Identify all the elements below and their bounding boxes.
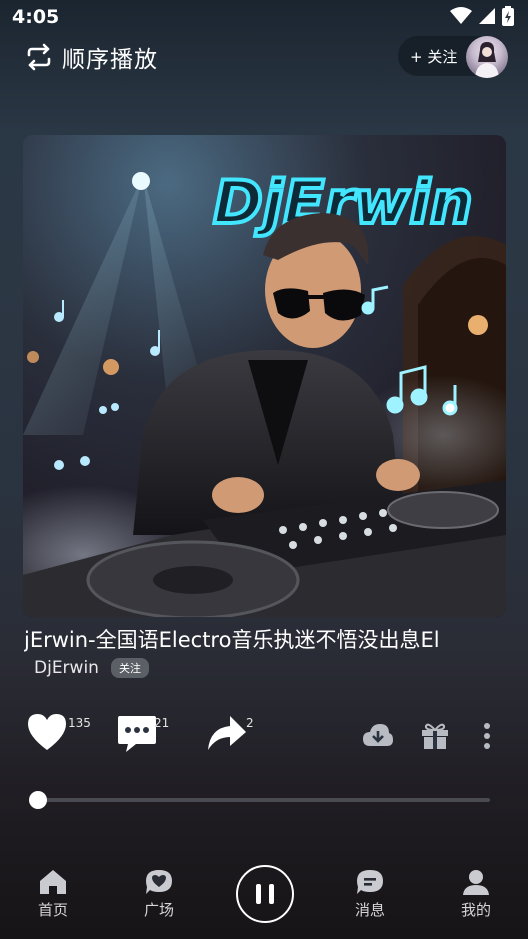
comment-button[interactable]: 21 bbox=[116, 712, 169, 758]
download-button[interactable] bbox=[362, 722, 394, 754]
nav-profile[interactable]: 我的 bbox=[446, 868, 506, 920]
top-bar: 顺序播放 + 关注 bbox=[0, 36, 528, 78]
nav-home[interactable]: 首页 bbox=[23, 868, 83, 920]
action-row: 135 21 2 bbox=[0, 712, 528, 764]
comment-icon bbox=[118, 716, 156, 752]
uploader-avatar[interactable] bbox=[466, 36, 508, 78]
battery-icon bbox=[502, 6, 514, 26]
artist-row: DjErwin 关注 bbox=[34, 658, 149, 678]
artist-follow-badge[interactable]: 关注 bbox=[110, 658, 149, 678]
gift-icon bbox=[422, 723, 448, 749]
follow-user-button[interactable]: + 关注 bbox=[398, 36, 508, 78]
nav-profile-label: 我的 bbox=[460, 901, 491, 919]
share-count: 2 bbox=[246, 716, 254, 730]
like-count: 135 bbox=[68, 716, 91, 730]
pause-icon bbox=[256, 884, 261, 904]
pause-button[interactable] bbox=[236, 865, 294, 923]
progress-knob[interactable] bbox=[29, 791, 47, 809]
status-icons bbox=[450, 6, 514, 26]
status-time: 4:05 bbox=[12, 6, 60, 28]
progress-bar[interactable] bbox=[29, 791, 490, 809]
like-button[interactable]: 135 bbox=[26, 712, 91, 756]
repeat-icon bbox=[27, 43, 51, 71]
nav-messages[interactable]: 消息 bbox=[340, 868, 400, 920]
follow-label: + 关注 bbox=[410, 47, 458, 66]
bottom-nav: 首页 广场 消息 我的 bbox=[0, 862, 528, 934]
share-button[interactable]: 2 bbox=[206, 712, 254, 758]
more-button[interactable] bbox=[482, 722, 492, 756]
comment-count: 21 bbox=[154, 716, 170, 730]
artist-name[interactable]: DjErwin bbox=[34, 658, 99, 678]
share-icon bbox=[208, 716, 246, 750]
cloud-download-icon bbox=[363, 724, 393, 746]
play-mode-label: 顺序播放 bbox=[62, 47, 158, 73]
square-heart-icon bbox=[146, 870, 172, 894]
album-cover[interactable]: DjErwin bbox=[23, 135, 506, 617]
nav-square[interactable]: 广场 bbox=[129, 868, 189, 920]
pause-icon-bar bbox=[269, 884, 274, 904]
home-icon bbox=[40, 870, 66, 894]
nav-messages-label: 消息 bbox=[354, 901, 385, 919]
more-vertical-icon bbox=[484, 723, 490, 749]
nav-home-label: 首页 bbox=[37, 901, 68, 919]
song-title: jErwin-全国语Electro音乐执迷不悟没出息El bbox=[24, 628, 440, 652]
status-bar: 4:05 bbox=[0, 0, 528, 36]
wifi-icon bbox=[450, 7, 472, 24]
play-mode-toggle[interactable]: 顺序播放 bbox=[24, 40, 158, 74]
gift-button[interactable] bbox=[420, 721, 450, 755]
nav-square-label: 广场 bbox=[143, 901, 174, 919]
message-icon bbox=[357, 870, 383, 894]
signal-icon bbox=[479, 8, 495, 24]
heart-icon bbox=[28, 714, 66, 750]
profile-icon bbox=[463, 870, 489, 895]
